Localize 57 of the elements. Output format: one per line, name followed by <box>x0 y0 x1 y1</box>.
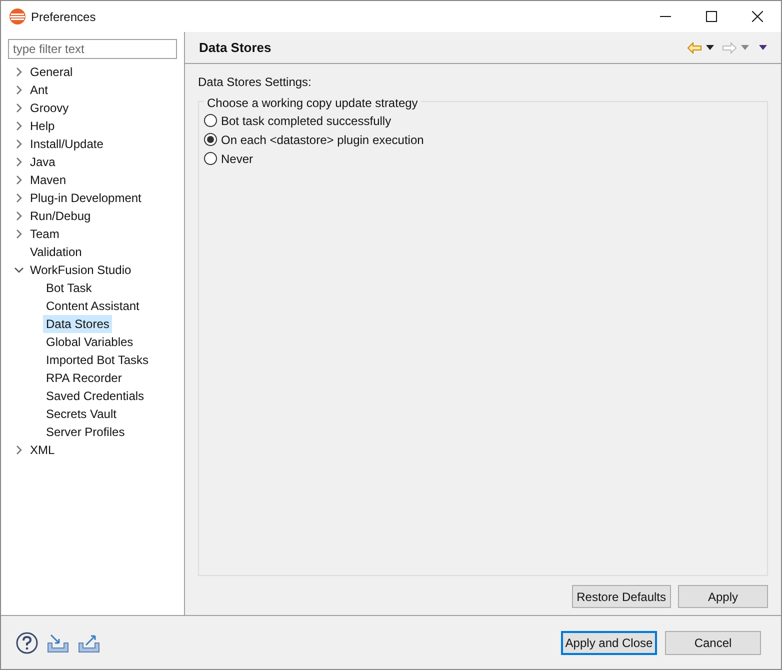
radio-label[interactable]: On each <datastore> plugin execution <box>221 130 424 148</box>
tree-item[interactable]: Global Variables <box>43 333 136 351</box>
tree-item[interactable]: Plug-in Development <box>27 189 144 207</box>
filter-field[interactable]: type filter text <box>8 39 177 59</box>
chevron-right-icon[interactable] <box>14 103 24 113</box>
chevron-right-icon[interactable] <box>14 67 24 77</box>
tree-item[interactable]: WorkFusion Studio <box>27 261 134 279</box>
tree-item[interactable]: Groovy <box>27 99 72 117</box>
radio-label[interactable]: Bot task completed successfully <box>221 112 392 130</box>
chevron-right-icon[interactable] <box>14 157 24 167</box>
page-title: Data Stores <box>199 38 272 57</box>
tree-item[interactable]: Install/Update <box>27 135 106 153</box>
chevron-right-icon[interactable] <box>14 139 24 149</box>
export-icon[interactable] <box>78 632 100 652</box>
tree-item[interactable]: General <box>27 63 76 81</box>
dropdown-icon[interactable] <box>706 45 714 50</box>
chevron-right-icon[interactable] <box>14 85 24 95</box>
dialog-button[interactable]: Apply and Close <box>561 630 657 654</box>
app-logo-icon <box>9 8 26 25</box>
chevron-right-icon[interactable] <box>14 193 24 203</box>
close-icon[interactable] <box>752 11 763 22</box>
tree-item[interactable]: Run/Debug <box>27 207 94 225</box>
view-menu-icon[interactable] <box>759 45 767 50</box>
tree-item[interactable]: Content Assistant <box>43 297 142 315</box>
tree-item[interactable]: Server Profiles <box>43 423 128 441</box>
tree-item[interactable]: RPA Recorder <box>43 369 125 387</box>
tree-item[interactable]: Secrets Vault <box>43 405 120 423</box>
tree-item[interactable]: Validation <box>27 243 85 261</box>
maximize-icon[interactable] <box>706 11 717 22</box>
chevron-right-icon[interactable] <box>14 175 24 185</box>
settings-label: Data Stores Settings: <box>198 74 312 91</box>
minimize-icon[interactable] <box>660 16 671 18</box>
radio-button[interactable] <box>204 152 217 165</box>
help-icon[interactable] <box>16 632 38 654</box>
tree-item[interactable]: Imported Bot Tasks <box>43 351 152 369</box>
radio-label[interactable]: Never <box>221 150 254 168</box>
page-button[interactable]: Restore Defaults <box>572 585 671 608</box>
radio-button[interactable] <box>204 133 217 146</box>
tree-item[interactable]: Help <box>27 117 58 135</box>
chevron-right-icon[interactable] <box>14 211 24 221</box>
radio-button[interactable] <box>204 114 217 127</box>
chevron-right-icon[interactable] <box>14 445 24 455</box>
chevron-right-icon[interactable] <box>14 121 24 131</box>
tree-item[interactable]: Bot Task <box>43 279 95 297</box>
chevron-right-icon[interactable] <box>14 229 24 239</box>
tree-item[interactable]: XML <box>27 441 58 459</box>
tree-item[interactable]: Team <box>27 225 62 243</box>
tree-item[interactable]: Ant <box>27 81 52 99</box>
chevron-down-icon[interactable] <box>14 265 24 275</box>
import-icon[interactable] <box>47 632 69 652</box>
window-title: Preferences <box>31 8 96 26</box>
tree-item[interactable]: Maven <box>27 171 70 189</box>
tree-item[interactable]: Java <box>27 153 58 171</box>
dialog-button[interactable]: Cancel <box>665 630 761 654</box>
page-button[interactable]: Apply <box>678 585 768 608</box>
tree-item[interactable]: Saved Credentials <box>43 387 148 405</box>
tree-item[interactable]: Data Stores <box>43 315 112 333</box>
